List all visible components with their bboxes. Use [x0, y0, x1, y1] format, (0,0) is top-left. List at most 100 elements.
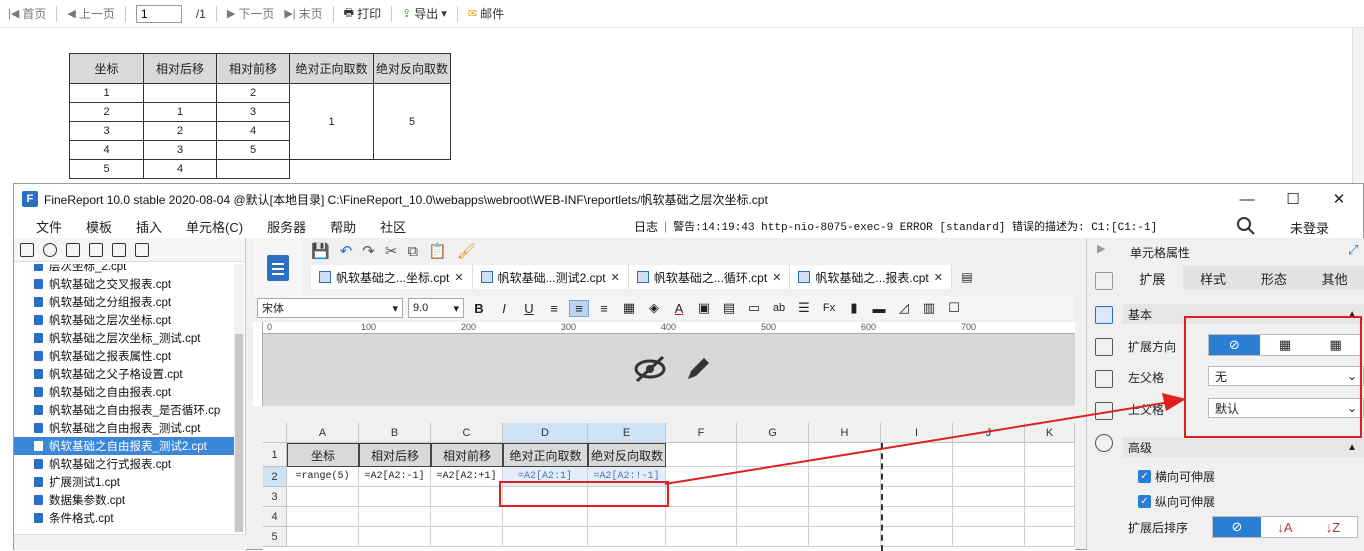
- grid-cell[interactable]: [953, 443, 1025, 467]
- cut-icon[interactable]: ✂: [385, 242, 398, 260]
- grid-cell[interactable]: [809, 527, 881, 547]
- grid-header-cell[interactable]: 绝对正向取数: [503, 443, 588, 467]
- collapse-icon[interactable]: ▶: [1097, 242, 1105, 255]
- refresh-icon[interactable]: [43, 242, 57, 257]
- pin-icon[interactable]: ⤢: [1348, 242, 1358, 258]
- grid-cell[interactable]: [503, 507, 588, 527]
- menu-file[interactable]: 文件: [24, 217, 74, 236]
- h-expand-checkbox[interactable]: ✓ 横向可伸展: [1138, 468, 1215, 485]
- bold-icon[interactable]: B: [469, 301, 489, 316]
- grid-header-cell[interactable]: 相对前移: [431, 443, 503, 467]
- row-header[interactable]: 3: [263, 487, 287, 507]
- paste-icon[interactable]: 📋: [428, 242, 447, 260]
- delete-icon[interactable]: [112, 242, 126, 257]
- menu-server[interactable]: 服务器: [255, 217, 318, 236]
- grid-cell[interactable]: [666, 507, 737, 527]
- grid-cell[interactable]: [1025, 467, 1075, 487]
- grid-cell[interactable]: [359, 507, 431, 527]
- underline-icon[interactable]: U: [519, 301, 539, 316]
- list-item[interactable]: 帆软基础之自由报表_是否循环.cp: [14, 401, 234, 419]
- list-item[interactable]: 数据集参数.cpt: [14, 491, 234, 509]
- list-item[interactable]: 帆软基础之层次坐标_测试.cpt: [14, 329, 234, 347]
- rich-text-icon[interactable]: ☰: [794, 300, 814, 316]
- sub-report-icon[interactable]: ▥: [919, 300, 939, 316]
- list-item[interactable]: 层次坐标_2.cpt: [14, 264, 234, 275]
- tab-template[interactable]: 帆软基础之...循环.cpt ✕: [628, 265, 791, 289]
- save-icon[interactable]: 💾: [311, 242, 330, 260]
- maximize-button[interactable]: ☐: [1270, 184, 1316, 214]
- grid-header-cell[interactable]: 相对后移: [359, 443, 431, 467]
- insert-cell-icon[interactable]: ▭: [744, 300, 764, 316]
- align-center-icon[interactable]: ≡: [569, 299, 589, 317]
- grid-cell[interactable]: [953, 487, 1025, 507]
- grid-cell[interactable]: [1025, 487, 1075, 507]
- column-header[interactable]: K: [1025, 423, 1075, 443]
- grid-cell[interactable]: [588, 507, 666, 527]
- next-page-button[interactable]: ▶ 下一页: [223, 3, 278, 25]
- column-header[interactable]: D: [503, 423, 588, 443]
- copy-icon[interactable]: [135, 242, 149, 257]
- grid-cell[interactable]: [666, 487, 737, 507]
- close-icon[interactable]: ✕: [454, 271, 463, 284]
- copy-icon[interactable]: ⧉: [407, 243, 418, 260]
- list-item[interactable]: 帆软基础之行式报表.cpt: [14, 455, 234, 473]
- grid-cell[interactable]: [287, 527, 359, 547]
- column-header[interactable]: A: [287, 423, 359, 443]
- grid-cell[interactable]: [1025, 507, 1075, 527]
- grid-cell[interactable]: [881, 467, 953, 487]
- grid-cell[interactable]: [287, 487, 359, 507]
- column-header[interactable]: J: [953, 423, 1025, 443]
- grid-cell[interactable]: [881, 487, 953, 507]
- column-header[interactable]: H: [809, 423, 881, 443]
- grid-cell[interactable]: [881, 527, 953, 547]
- font-size-select[interactable]: 9.0 ▾: [408, 298, 464, 318]
- list-item[interactable]: 帆软基础之报表属性.cpt: [14, 347, 234, 365]
- menu-insert[interactable]: 插入: [124, 217, 174, 236]
- grid-cell[interactable]: [1025, 443, 1075, 467]
- list-item[interactable]: 帆软基础之交叉报表.cpt: [14, 275, 234, 293]
- grid-cell[interactable]: [431, 487, 503, 507]
- tab-other[interactable]: 其他: [1304, 266, 1364, 290]
- grid-cell[interactable]: [588, 527, 666, 547]
- chart-icon[interactable]: ▮: [844, 300, 864, 316]
- close-icon[interactable]: ✕: [934, 271, 943, 284]
- page-number-input[interactable]: [135, 4, 182, 23]
- grid-header-cell[interactable]: 坐标: [287, 443, 359, 467]
- first-page-button[interactable]: |◀ 首页: [4, 3, 50, 25]
- formula-cell[interactable]: =A2[A2:+1]: [431, 467, 503, 487]
- grid-cell[interactable]: [737, 507, 809, 527]
- list-item[interactable]: 帆软基础之层次坐标.cpt: [14, 311, 234, 329]
- login-button[interactable]: 未登录: [1290, 218, 1329, 237]
- new-template-button[interactable]: [253, 238, 303, 298]
- grid-cell[interactable]: [809, 443, 881, 467]
- cell-attr-icon[interactable]: [1095, 306, 1113, 324]
- export-button[interactable]: ⇪ 导出 ▾: [398, 3, 451, 25]
- align-left-icon[interactable]: ≡: [544, 301, 564, 316]
- grid-cell[interactable]: [809, 507, 881, 527]
- tree-scrollbar[interactable]: [234, 264, 244, 532]
- menu-cell[interactable]: 单元格(C): [174, 217, 255, 236]
- tab-shape[interactable]: 形态: [1244, 266, 1305, 290]
- column-header[interactable]: I: [881, 423, 953, 443]
- widget-icon[interactable]: [1095, 272, 1113, 290]
- column-header[interactable]: G: [737, 423, 809, 443]
- grid-cell[interactable]: [431, 507, 503, 527]
- settings-icon[interactable]: [89, 242, 103, 257]
- tab-expand[interactable]: 扩展: [1122, 266, 1183, 290]
- fill-color-icon[interactable]: ◈: [644, 300, 664, 316]
- close-icon[interactable]: ✕: [772, 271, 781, 284]
- grid-header-cell[interactable]: 绝对反向取数: [588, 443, 666, 467]
- undo-icon[interactable]: ↶: [340, 242, 353, 260]
- grid-cell[interactable]: [953, 507, 1025, 527]
- merge-icon[interactable]: ▣: [694, 300, 714, 316]
- close-button[interactable]: ✕: [1316, 184, 1362, 214]
- grid-corner[interactable]: [263, 423, 287, 443]
- menu-help[interactable]: 帮助: [318, 217, 368, 236]
- column-header[interactable]: C: [431, 423, 503, 443]
- column-header[interactable]: E: [588, 423, 666, 443]
- last-page-button[interactable]: ▶| 末页: [280, 3, 326, 25]
- formula-cell[interactable]: =range(5): [287, 467, 359, 487]
- font-family-select[interactable]: 宋体 ▾: [257, 298, 403, 318]
- menu-community[interactable]: 社区: [368, 217, 418, 236]
- log-button[interactable]: 日志: [634, 218, 658, 235]
